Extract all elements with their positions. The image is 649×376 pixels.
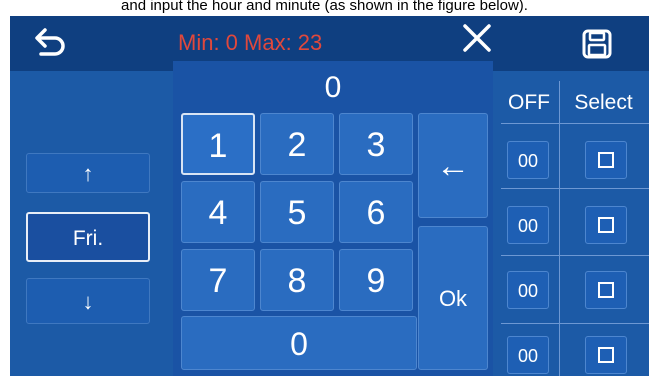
off-time-cell[interactable]: 00 [507,141,549,179]
key-3[interactable]: 3 [339,113,413,175]
key-2[interactable]: 2 [260,113,334,175]
range-label: Min: 0 Max: 23 [178,30,323,55]
ok-button[interactable]: Ok [418,226,488,370]
row-divider [501,323,649,324]
backspace-button[interactable]: ← [418,113,488,218]
key-9[interactable]: 9 [339,249,413,311]
close-button[interactable] [457,20,497,64]
key-7[interactable]: 7 [181,249,255,311]
checkbox-icon [598,217,614,233]
day-down-button[interactable]: ↓ [26,278,150,324]
column-divider [559,81,560,376]
undo-arrow-icon [35,28,65,56]
select-checkbox[interactable] [585,206,627,244]
row-divider [501,188,649,189]
day-value[interactable]: Fri. [26,212,150,262]
save-button[interactable] [579,26,619,62]
close-icon [463,24,491,52]
save-disk-icon [582,29,612,59]
key-1[interactable]: 1 [181,113,255,175]
off-time-cell[interactable]: 00 [507,206,549,244]
off-time-cell[interactable]: 00 [507,271,549,309]
arrow-up-icon: ↑ [82,161,94,186]
key-0[interactable]: 0 [181,316,417,370]
checkbox-icon [598,282,614,298]
key-4[interactable]: 4 [181,181,255,243]
select-checkbox[interactable] [585,271,627,309]
key-6[interactable]: 6 [339,181,413,243]
document-caption: and input the hour and minute (as shown … [121,0,528,14]
row-divider [501,255,649,256]
numeric-keypad: 0 1 2 3 4 5 6 7 8 9 0 ← Ok [173,61,493,376]
checkbox-icon [598,152,614,168]
column-header-off: OFF [508,91,550,114]
checkbox-icon [598,347,614,363]
day-selector-panel: ↑ Fri. ↓ [10,71,173,376]
arrow-down-icon: ↓ [82,289,94,314]
backspace-arrow-icon: ← [436,147,470,185]
back-button[interactable] [24,24,74,64]
touch-screen: Min: 0 Max: 23 ↑ Fri. ↓ 0 1 2 3 4 5 6 7 … [10,16,649,376]
select-checkbox[interactable] [585,336,627,374]
column-header-select: Select [574,91,633,114]
off-time-cell[interactable]: 00 [507,336,549,374]
select-checkbox[interactable] [585,141,627,179]
keypad-display: 0 [324,71,342,104]
key-8[interactable]: 8 [260,249,334,311]
row-divider [501,123,649,124]
day-up-button[interactable]: ↑ [26,153,150,193]
key-5[interactable]: 5 [260,181,334,243]
schedule-table: OFF Select 00 00 00 00 [493,71,649,376]
